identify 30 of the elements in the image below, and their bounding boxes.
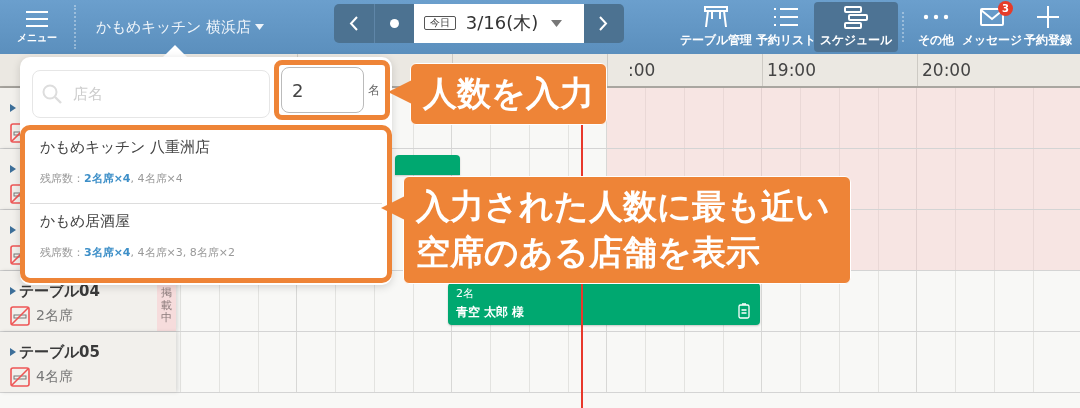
store-result[interactable]: かもめ居酒屋 残席数：3名席×4, 4名席×3, 8名席×2 [30,203,382,276]
store-selector[interactable]: かもめキッチン 横浜店 [96,12,264,42]
reservation-block[interactable]: 2名 青空 太郎 様 [448,283,760,325]
store-name: かもめ居酒屋 [40,212,131,231]
menu-button[interactable]: メニュー [0,0,74,54]
unit-label: 名 [368,81,380,99]
time-label: :00 [628,60,656,80]
store-result[interactable]: かもめキッチン 八重洲店 残席数：2名席×4, 4名席×4 [30,130,382,203]
remaining-seats: 残席数：2名席×4, 4名席×4 [40,171,382,186]
party-size-field[interactable]: 2 [281,67,364,113]
seat-count: 2名席 [36,307,73,325]
toolbar-button[interactable]: スケジュール [814,2,898,52]
date-picker[interactable]: 今日 3/16(木) [413,3,584,43]
remaining-seats: 残席数：3名席×4, 4名席×3, 8名席×2 [40,245,382,260]
time-label: 19:00 [767,60,816,80]
table-name: テーブル05 [19,342,100,362]
toolbar-button[interactable]: 予約リスト [758,2,814,52]
unread-badge: 3 [998,1,1013,16]
store-name: かもめキッチン 八重洲店 [40,138,211,157]
toolbar-button[interactable]: その他 [908,2,964,52]
toolbar-button[interactable]: 3 メッセージ [964,2,1020,52]
date-text: 3/16(木) [465,11,540,35]
time-label: 20:00 [922,60,971,80]
party-size: 2名 [456,286,475,301]
today-tag: 今日 [423,16,456,30]
callout: 入力された人数に最も近い空席のある店舗を表示 [403,176,851,284]
seat-count: 4名席 [36,368,73,386]
guest-name: 青空 太郎 様 [456,304,525,321]
toolbar-button[interactable]: 予約登録 [1020,2,1076,52]
callout: 人数を入力 [410,63,607,125]
